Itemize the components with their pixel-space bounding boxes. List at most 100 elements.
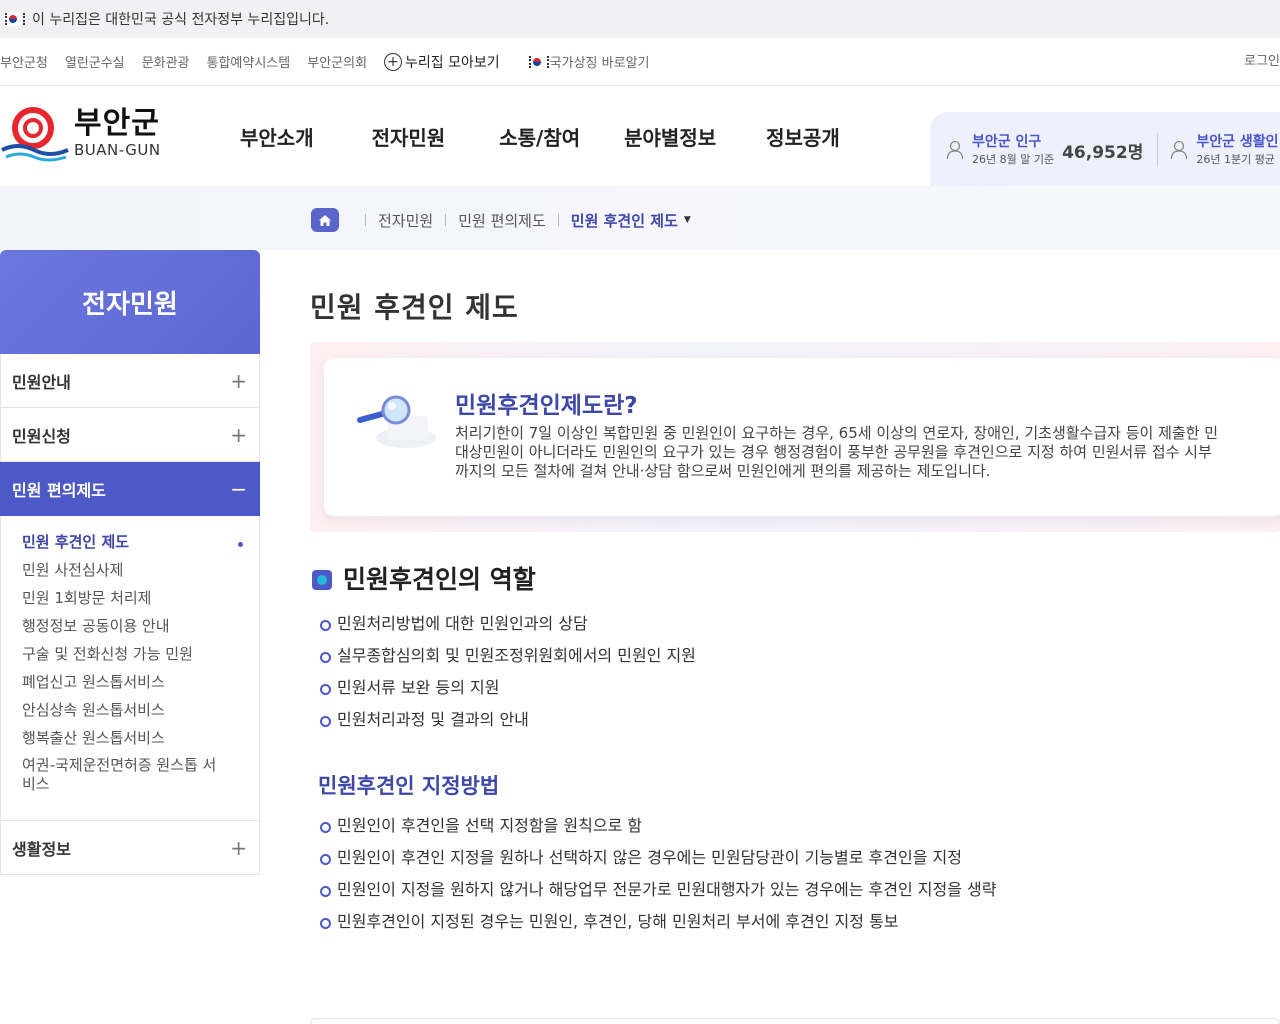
ring-bullet-icon [320, 821, 331, 833]
stat-living-population[interactable]: 부안군 생활인 26년 1분기 평균 [1170, 133, 1279, 167]
magnifier-icon [357, 395, 436, 448]
roles-section-title: 민원후견인의 역할 [312, 560, 536, 596]
stat-population-label: 부안군 인구 [972, 133, 1042, 150]
plus-icon: + [230, 368, 247, 393]
sub-item-one-visit[interactable]: 민원 1회방문 처리제 [22, 584, 222, 612]
sub-item-info-sharing[interactable]: 행정정보 공동이용 안내 [22, 612, 222, 640]
list-item: 민원인이 후견인 지정을 원하나 선택하지 않은 경우에는 민원담당관이 기능별… [320, 842, 996, 874]
ring-bullet-icon [320, 917, 331, 929]
breadcrumb: 전자민원 민원 편의제도 민원 후견인 제도 ▼ [311, 208, 691, 232]
sidebar-item-label: 민원 편의제도 [12, 480, 106, 500]
breadcrumb-band: 전자민원 민원 편의제도 민원 후견인 제도 ▼ [0, 186, 1280, 250]
sidebar-title: 전자민원 [0, 250, 260, 354]
roles-list: 민원처리방법에 대한 민원인과의 상담 실무종합심의회 및 민원조정위원회에서의… [320, 608, 696, 736]
link-buan-office[interactable]: 부안군청 [0, 52, 48, 71]
sub-item-inheritance-onestop[interactable]: 안심상속 원스톱서비스 [22, 696, 222, 724]
person-icon [1171, 140, 1188, 160]
login-link[interactable]: 로그인 [1244, 38, 1280, 86]
gov-banner: 이 누리집은 대한민국 공식 전자정부 누리집입니다. [0, 0, 1280, 38]
gnb-communication[interactable]: 소통/참여 [499, 122, 580, 151]
list-item-text: 실무종합심의회 및 민원조정위원회에서의 민원인 지원 [337, 646, 696, 665]
list-item: 민원인이 후견인을 선택 지정함을 원칙으로 함 [320, 810, 996, 842]
ring-bullet-icon [320, 885, 331, 897]
buan-logo-emblem-icon [1, 107, 69, 162]
sidebar-item-civil-apply[interactable]: 민원신청 + [0, 408, 260, 462]
plus-icon: + [230, 422, 247, 447]
intro-heading: 민원후견인제도란? [455, 393, 638, 419]
intro-line: 까지의 모든 절차에 걸쳐 안내·상담 함으로써 민원인에게 편의를 제공하는 … [455, 462, 991, 480]
gnb-e-civil[interactable]: 전자민원 [372, 122, 446, 151]
gnb-about-buan[interactable]: 부안소개 [240, 122, 314, 151]
ring-bullet-icon [320, 651, 331, 663]
list-item: 민원서류 보완 등의 지원 [320, 672, 696, 704]
nuri-collection-label: 누리집 모아보기 [405, 54, 500, 71]
list-item-text: 민원인이 후견인 지정을 원하나 선택하지 않은 경우에는 민원담당관이 기능별… [337, 848, 962, 867]
national-symbol-label: 국가상징 바로알기 [549, 56, 650, 71]
method-heading: 민원후견인 지정방법 [318, 774, 500, 798]
page-title: 민원 후견인 제도 [310, 291, 519, 324]
house-icon [319, 214, 331, 226]
stat-divider [1157, 133, 1159, 167]
content-footer-border [310, 1018, 1280, 1024]
nuri-collection-link[interactable]: + 누리집 모아보기 [384, 52, 500, 72]
breadcrumb-separator [557, 214, 559, 226]
sub-item-passport-license[interactable]: 여권-국제운전면허증 원스톱 서비스 [22, 756, 222, 794]
caret-down-icon[interactable]: ▼ [684, 215, 691, 225]
korean-flag-icon [527, 54, 549, 69]
utility-bar: 부안군청 열린군수실 문화관광 통합예약시스템 부안군의회 + 누리집 모아보기… [0, 38, 1280, 86]
breadcrumb-e-civil[interactable]: 전자민원 [378, 210, 433, 231]
ring-bullet-icon [320, 683, 331, 695]
list-item-text: 민원인이 후견인을 선택 지정함을 원칙으로 함 [337, 816, 643, 835]
sidebar-item-life-info[interactable]: 생활정보 + [0, 821, 260, 875]
ring-bullet-icon [320, 853, 331, 865]
list-item-text: 민원처리과정 및 결과의 안내 [337, 710, 529, 729]
sidebar-sub-menu: 민원 후견인 제도 민원 사전심사제 민원 1회방문 처리제 행정정보 공동이용… [0, 516, 260, 821]
list-item: 실무종합심의회 및 민원조정위원회에서의 민원인 지원 [320, 640, 696, 672]
minus-icon: − [230, 476, 247, 501]
intro-description: 처리기한이 7일 이상인 복합민원 중 민원인이 요구하는 경우, 65세 이상… [455, 424, 1280, 481]
national-symbol-link[interactable]: 국가상징 바로알기 [527, 52, 650, 71]
site-header: 부안군 BUAN-GUN 부안소개 전자민원 소통/참여 분야별정보 정보공개 … [0, 86, 1280, 188]
sub-item-oral-phone[interactable]: 구술 및 전화신청 가능 민원 [22, 640, 222, 668]
list-item: 민원처리방법에 대한 민원인과의 상담 [320, 608, 696, 640]
stat-living-date: 26년 1분기 평균 [1196, 152, 1275, 166]
stat-population[interactable]: 부안군 인구 26년 8월 말 기준 46,952명 [946, 134, 1157, 167]
current-dot-icon [238, 542, 243, 547]
site-logo[interactable]: 부안군 BUAN-GUN [0, 102, 161, 164]
korean-flag-icon [4, 12, 25, 26]
gnb-info-disclosure[interactable]: 정보공개 [766, 122, 840, 151]
link-mayor-office[interactable]: 열린군수실 [65, 52, 125, 71]
sidebar-item-label: 생활정보 [12, 839, 71, 859]
sub-item-pre-review[interactable]: 민원 사전심사제 [22, 556, 222, 584]
stat-population-value: 46,952명 [1062, 142, 1144, 163]
stat-living-label: 부안군 생활인 [1196, 133, 1279, 150]
sidebar-item-civil-guide[interactable]: 민원안내 + [0, 354, 260, 408]
sidebar-item-convenience[interactable]: 민원 편의제도 − [0, 462, 260, 516]
list-item: 민원처리과정 및 결과의 안내 [320, 704, 696, 736]
list-item: 민원후견인이 지정된 경우는 민원인, 후견인, 당해 민원처리 부서에 후견인… [320, 906, 996, 938]
link-county-council[interactable]: 부안군의회 [307, 52, 367, 71]
section-bullet-icon [312, 570, 332, 590]
breadcrumb-current[interactable]: 민원 후견인 제도 [571, 210, 678, 231]
gov-banner-text: 이 누리집은 대한민국 공식 전자정부 누리집입니다. [32, 12, 330, 28]
sidebar-item-label: 민원안내 [12, 372, 71, 392]
ring-bullet-icon [320, 619, 331, 631]
link-culture-tourism[interactable]: 문화관광 [142, 52, 190, 71]
breadcrumb-separator [445, 214, 447, 226]
sidebar-item-label: 민원신청 [12, 426, 71, 446]
sub-item-closure-onestop[interactable]: 폐업신고 원스톱서비스 [22, 668, 222, 696]
logo-english: BUAN-GUN [74, 141, 161, 159]
gnb-field-info[interactable]: 분야별정보 [624, 122, 716, 151]
list-item: 민원인이 지정을 원하지 않거나 해당업무 전문가로 민원대행자가 있는 경우에… [320, 874, 996, 906]
logo-korean: 부안군 [74, 106, 160, 141]
link-reservation-system[interactable]: 통합예약시스템 [207, 52, 291, 71]
home-icon[interactable] [311, 208, 339, 232]
sidebar: 전자민원 민원안내 + 민원신청 + 민원 편의제도 − 민원 후견인 제도 민… [0, 250, 260, 875]
main-navigation: 부안소개 전자민원 소통/참여 분야별정보 정보공개 [240, 122, 898, 151]
breadcrumb-separator [365, 214, 366, 226]
sub-item-guardian-system[interactable]: 민원 후견인 제도 [22, 528, 243, 556]
breadcrumb-convenience[interactable]: 민원 편의제도 [458, 210, 546, 231]
sub-item-birth-onestop[interactable]: 행복출산 원스톱서비스 [22, 724, 222, 752]
roles-heading: 민원후견인의 역할 [343, 565, 536, 594]
method-list: 민원인이 후견인을 선택 지정함을 원칙으로 함 민원인이 후견인 지정을 원하… [320, 810, 996, 938]
